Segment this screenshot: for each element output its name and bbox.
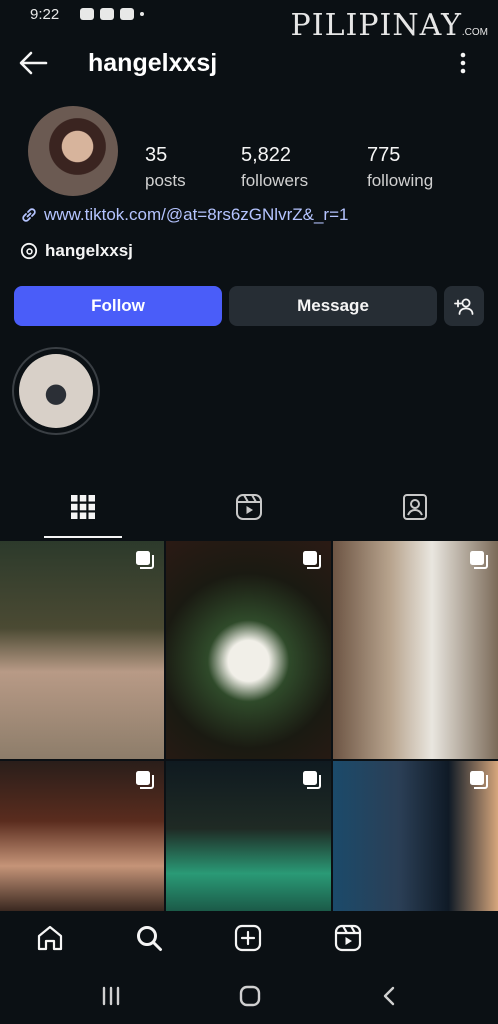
followers-label: followers [241,171,309,190]
followers-stat[interactable]: 5,822 followers [241,144,308,191]
post-thumbnail[interactable] [166,761,331,911]
post-thumbnail[interactable] [333,761,498,911]
following-label: following [367,171,434,190]
bio-link[interactable]: www.tiktok.com/@at=8rs6zGNlvrZ&_r=1 [20,205,348,225]
grid-icon[interactable] [68,492,98,522]
threads-icon [20,242,38,260]
threads-handle: hangelxxsj [45,241,133,260]
back-icon[interactable] [378,984,402,1008]
posts-stat[interactable]: 35 posts [145,144,186,191]
search-icon[interactable] [134,923,164,953]
home-icon[interactable] [35,923,65,953]
carousel-icon [303,771,321,789]
profile-avatar[interactable] [28,106,118,196]
profile-header: hangelxxsj [0,44,498,84]
follow-button[interactable]: Follow [14,286,222,326]
reels-tab-icon[interactable] [234,492,264,522]
status-bar: 9:22 PILIPINAY.COM [0,0,498,43]
posts-label: posts [145,171,186,190]
post-thumbnail[interactable] [0,761,164,911]
highlight-cover [19,354,93,428]
post-thumbnail[interactable] [166,541,331,759]
mail-icon [100,8,114,20]
post-thumbnail[interactable] [333,541,498,759]
add-person-icon [454,298,474,315]
followers-count: 5,822 [241,144,292,166]
bio-link-text: www.tiktok.com/@at=8rs6zGNlvrZ&_r=1 [44,205,349,224]
status-time: 9:22 [30,6,60,23]
recents-icon[interactable] [99,984,123,1008]
create-icon[interactable] [233,923,263,953]
watermark-logo: PILIPINAY.COM [291,8,488,43]
notification-icon [80,8,94,20]
reels-icon[interactable] [333,923,363,953]
posts-grid [0,541,498,911]
notification-icons [80,8,144,20]
posts-count: 35 [145,144,168,166]
suggest-users-button[interactable] [444,286,484,326]
page-title: hangelxxsj [88,49,218,77]
back-arrow-icon[interactable] [18,50,48,76]
following-stat[interactable]: 775 following [367,144,433,191]
carousel-icon [470,551,488,569]
tagged-icon[interactable] [400,492,430,522]
more-options-icon[interactable] [460,52,466,74]
active-tab-indicator [44,536,122,538]
post-thumbnail[interactable] [0,541,164,759]
threads-badge[interactable]: hangelxxsj [20,241,133,261]
message-button[interactable]: Message [229,286,437,326]
link-icon [22,208,36,222]
more-notifications-icon [140,12,144,16]
carousel-icon [470,771,488,789]
profile-tabs [0,480,498,540]
youtube-icon [120,8,134,20]
system-navigation [0,972,498,1024]
watermark-brand: PILIPINAY [290,8,462,43]
bottom-navigation [0,913,498,963]
watermark-suffix: .COM [461,27,488,38]
following-count: 775 [367,144,401,166]
carousel-icon [136,771,154,789]
carousel-icon [136,551,154,569]
carousel-icon [303,551,321,569]
home-button-icon[interactable] [238,984,262,1008]
story-highlight[interactable] [12,347,100,435]
